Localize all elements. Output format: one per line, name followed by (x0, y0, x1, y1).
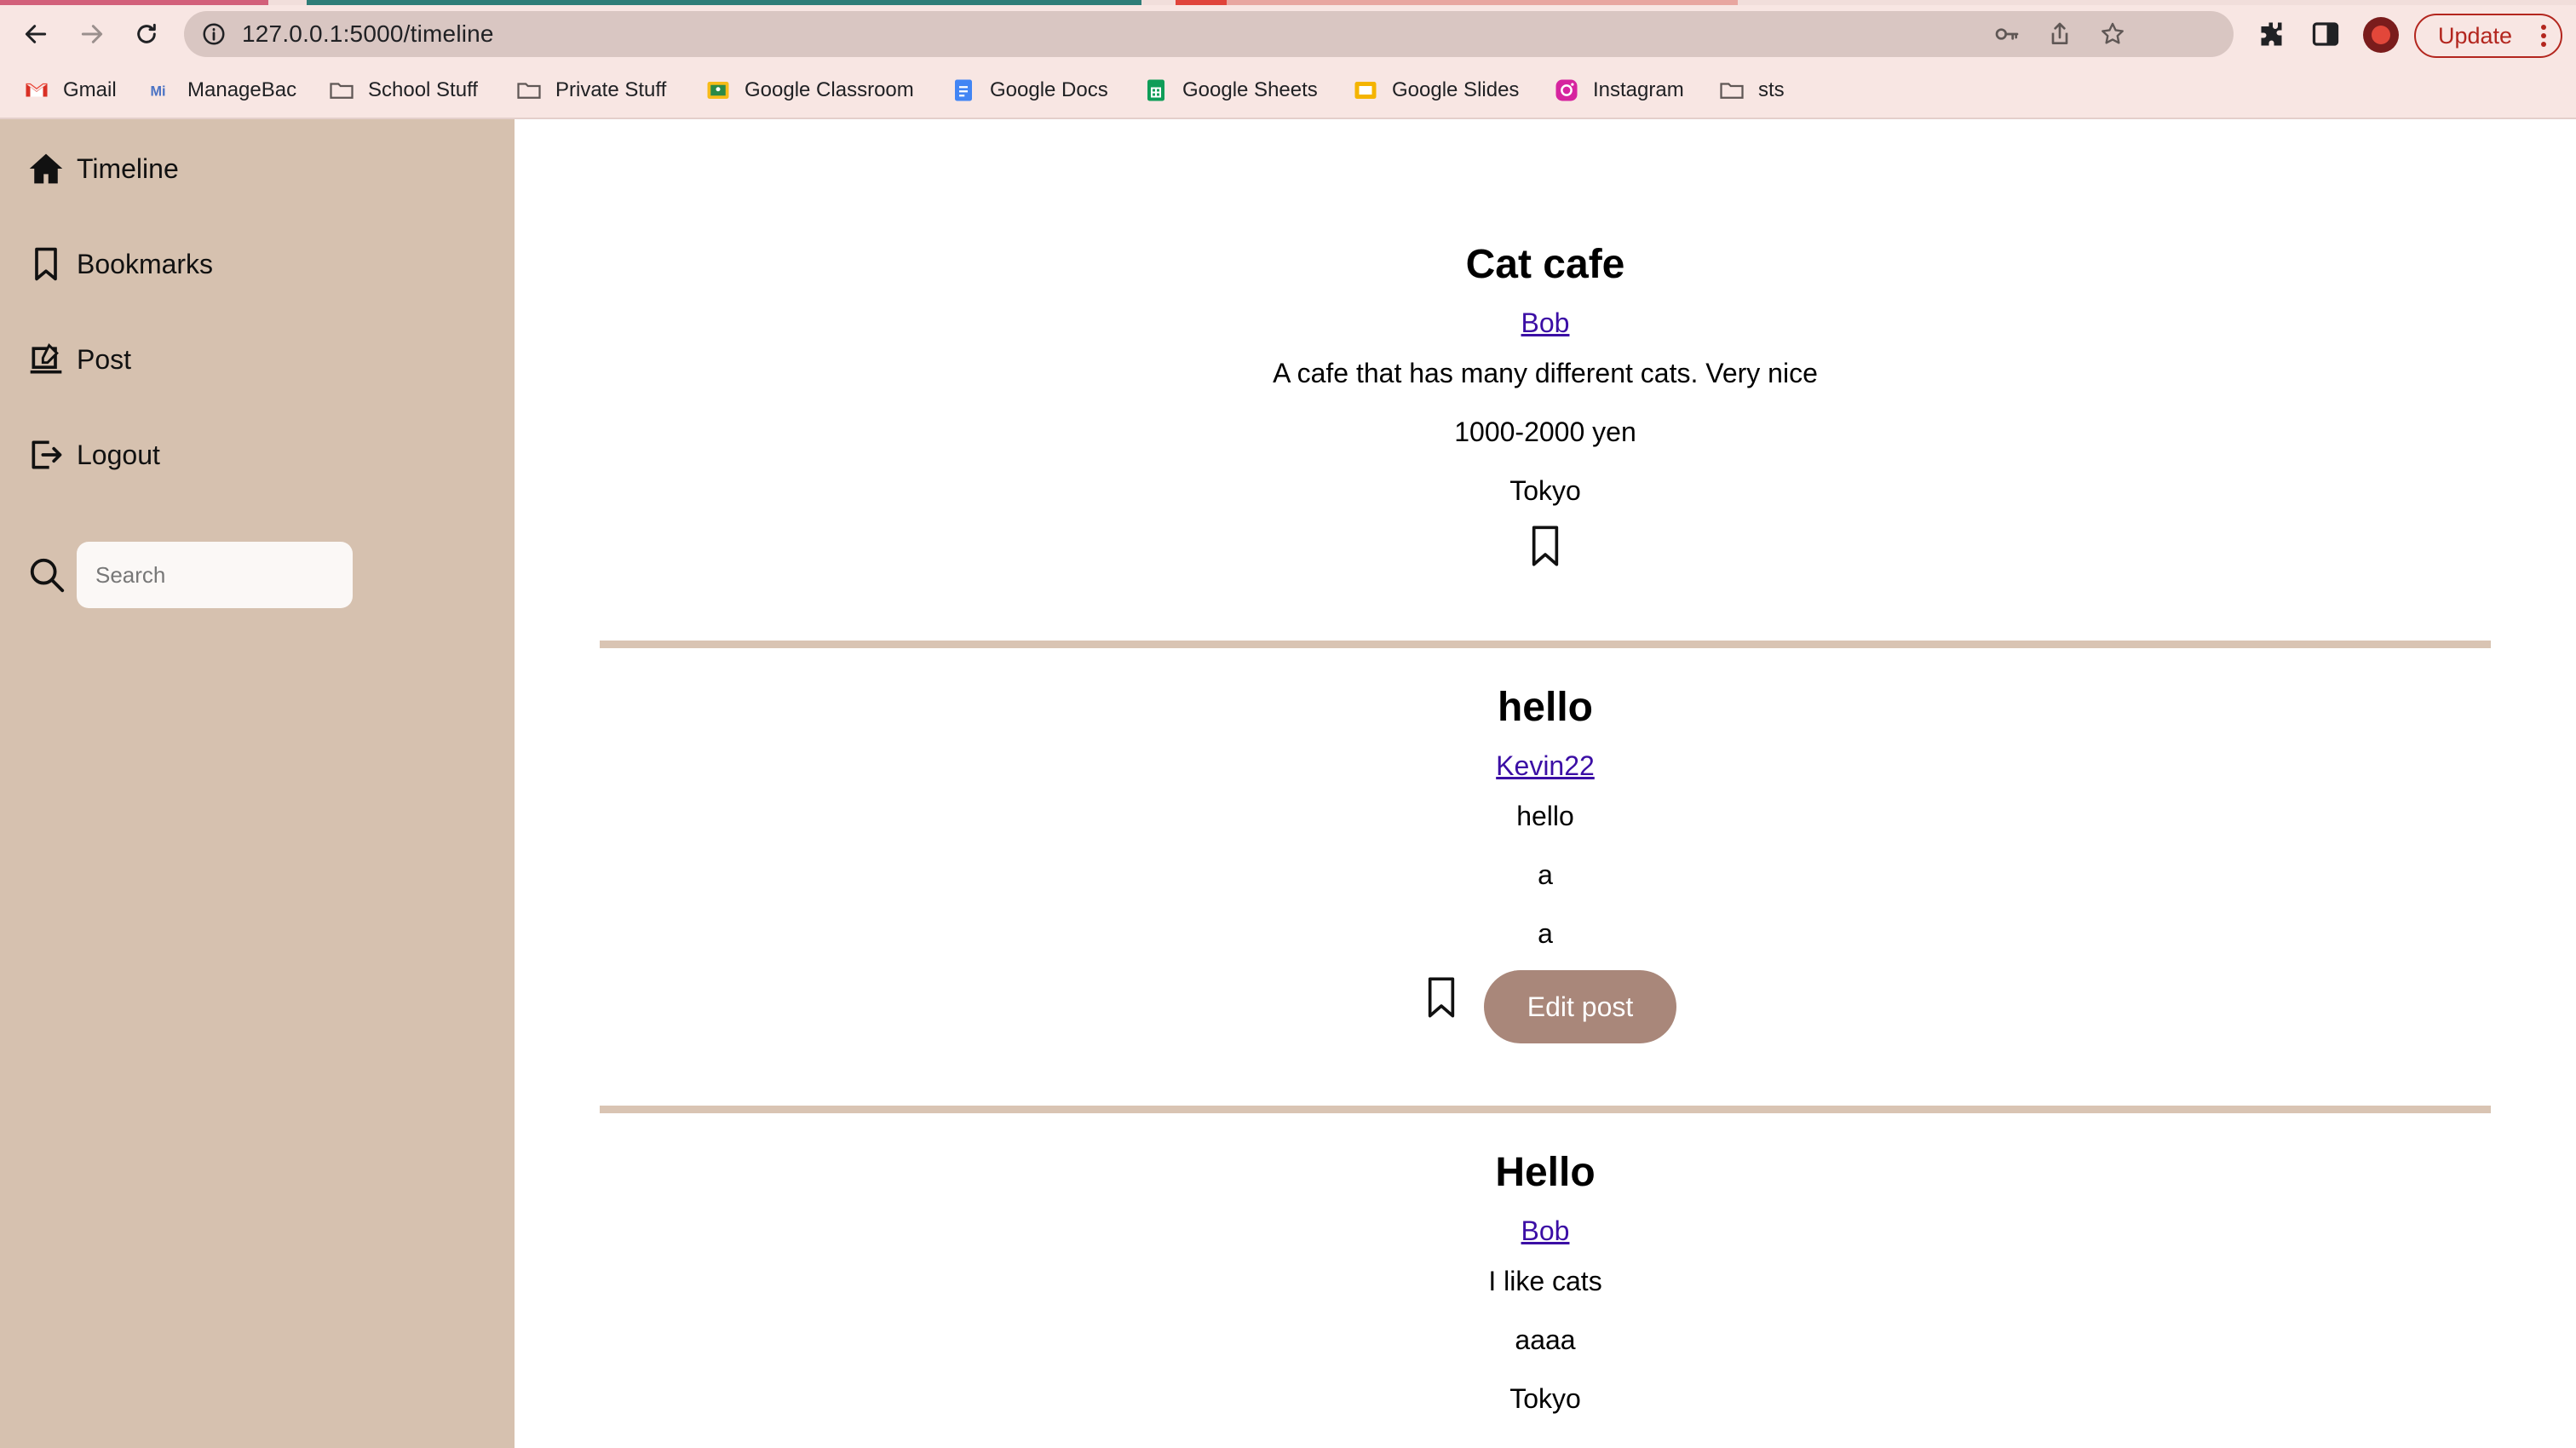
post-description: A cafe that has many different cats. Ver… (1273, 358, 1818, 388)
post-location: a (1538, 918, 1553, 949)
bookmark-label: Private Stuff (555, 78, 667, 101)
sidebar-item-timeline[interactable]: Timeline (27, 143, 179, 194)
post-price: a (1538, 859, 1553, 890)
star-icon[interactable] (2099, 20, 2126, 48)
bookmark-school-stuff[interactable]: School Stuff (329, 63, 478, 118)
forward-arrow-icon (81, 25, 103, 43)
bookmark-label: Instagram (1593, 78, 1684, 101)
post-price: aaaa (1515, 1324, 1576, 1355)
url-text[interactable]: 127.0.0.1:5000/timeline (242, 11, 494, 57)
logout-icon (32, 440, 62, 469)
post-author-link[interactable]: Bob (1521, 302, 1570, 344)
more-menu-icon[interactable] (2540, 24, 2547, 48)
compose-icon (30, 343, 62, 374)
sidebar-item-logout[interactable]: Logout (27, 429, 160, 480)
key-icon[interactable] (1993, 20, 2021, 48)
bookmark-label: School Stuff (368, 78, 478, 101)
post-author-link[interactable]: Bob (1521, 1210, 1570, 1252)
bookmark-label: Google Docs (990, 78, 1108, 101)
side-panel-icon[interactable] (2310, 19, 2341, 49)
google-slides-icon (1354, 82, 1377, 99)
folder-icon (1720, 83, 1744, 99)
google-classroom-icon (707, 82, 729, 99)
bookmark-label: Google Slides (1392, 78, 1520, 101)
google-docs-icon (955, 79, 972, 101)
folder-icon (330, 83, 354, 99)
bookmark-private-stuff[interactable]: Private Stuff (516, 63, 666, 118)
bookmark-gmail[interactable]: Gmail (24, 63, 117, 118)
svg-text:Mi: Mi (151, 83, 166, 99)
post-title: Hello (1495, 1150, 1596, 1195)
browser-toolbar: 127.0.0.1:5000/timeline Update (0, 5, 2576, 63)
share-icon[interactable] (2046, 20, 2073, 48)
bookmark-label: ManageBac (187, 78, 297, 101)
bookmark-label: sts (1758, 78, 1785, 101)
post-divider (600, 641, 2491, 648)
sidebar-item-label: Post (77, 343, 132, 375)
sidebar-item-label: Bookmarks (77, 248, 214, 279)
instagram-icon (1555, 79, 1578, 101)
profile-avatar[interactable] (2363, 17, 2399, 53)
update-label: Update (2438, 23, 2513, 49)
reload-icon (137, 23, 156, 43)
forward-button[interactable] (72, 14, 112, 55)
sidebar-item-bookmarks[interactable]: Bookmarks (27, 238, 213, 290)
bookmark-toggle-icon[interactable] (1424, 975, 1458, 1020)
post-card: Cat cafe Bob A cafe that has many differ… (600, 235, 2491, 602)
post-divider (600, 1106, 2491, 1113)
address-bar[interactable]: 127.0.0.1:5000/timeline (184, 11, 2234, 57)
bookmark-google-slides[interactable]: Google Slides (1353, 63, 1519, 118)
folder-icon (517, 83, 541, 99)
edit-post-button[interactable]: Edit post (1484, 970, 1676, 1043)
search-input[interactable] (77, 542, 353, 608)
bookmark-google-classroom[interactable]: Google Classroom (705, 63, 914, 118)
bookmark-instagram[interactable]: Instagram (1554, 63, 1684, 118)
bookmark-google-docs[interactable]: Google Docs (951, 63, 1108, 118)
avatar-image (2372, 26, 2390, 44)
bookmarks-bar: Gmail Mi ManageBac School Stuff Private … (0, 63, 2576, 119)
post-card: Hello Bob I like cats aaaa Tokyo (600, 1143, 2491, 1428)
post-location: Tokyo (1509, 475, 1581, 506)
sidebar: Timeline Bookmarks Post Logout (0, 119, 515, 1448)
reload-button[interactable] (126, 14, 167, 55)
back-button[interactable] (15, 14, 56, 55)
extensions-icon[interactable] (2257, 19, 2288, 49)
post-actions: Edit post (600, 968, 2491, 1054)
post-author-link[interactable]: Kevin22 (1496, 744, 1595, 787)
gmail-icon (26, 83, 48, 97)
sidebar-item-post[interactable]: Post (27, 334, 131, 385)
bookmark-label: Google Sheets (1182, 78, 1318, 101)
site-info-icon[interactable] (201, 21, 227, 47)
timeline-feed: Cat cafe Bob A cafe that has many differ… (515, 119, 2576, 1448)
bookmark-sts[interactable]: sts (1719, 63, 1785, 118)
google-sheets-icon (1147, 79, 1164, 101)
post-price: 1000-2000 yen (1454, 417, 1636, 447)
bookmark-toggle-icon[interactable] (1528, 524, 1562, 568)
managebac-icon: Mi (151, 83, 166, 99)
back-arrow-icon (25, 25, 47, 43)
bookmark-google-sheets[interactable]: Google Sheets (1143, 63, 1318, 118)
bookmark-label: Google Classroom (745, 78, 914, 101)
sidebar-item-label: Logout (77, 439, 160, 470)
update-button[interactable]: Update (2414, 14, 2562, 58)
post-location: Tokyo (1509, 1383, 1581, 1414)
post-title: hello (1497, 685, 1593, 730)
search-icon[interactable] (27, 555, 66, 595)
post-description: hello (1516, 801, 1574, 831)
post-card: hello Kevin22 hello a a Edit post (600, 678, 2491, 1054)
bookmark-label: Gmail (63, 78, 117, 101)
home-icon (29, 153, 63, 184)
post-title: Cat cafe (1465, 242, 1625, 287)
bookmark-managebac[interactable]: Mi ManageBac (148, 63, 297, 118)
post-description: I like cats (1488, 1266, 1602, 1296)
sidebar-item-label: Timeline (77, 152, 179, 184)
bookmark-icon (35, 247, 57, 281)
post-actions (600, 526, 2491, 602)
